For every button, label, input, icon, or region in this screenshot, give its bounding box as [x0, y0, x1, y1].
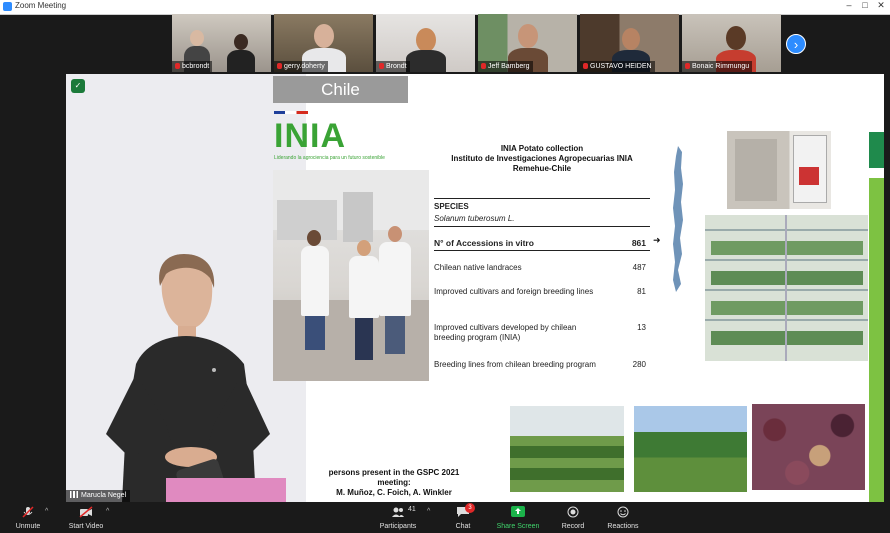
participants-icon [392, 507, 404, 517]
lab-equipment-photo [727, 131, 831, 209]
share-screen-button[interactable]: Share Screen [492, 502, 544, 533]
reactions-icon [617, 506, 629, 518]
slide-country-title: Chile [273, 76, 408, 103]
muted-mic-icon [583, 63, 588, 69]
participant-name: GUSTAVO HEIDEN [580, 61, 655, 72]
meeting-toolbar: Unmute ^ Start Video ^ 41 Participants ^… [0, 502, 890, 533]
lab-team-photo [273, 170, 429, 381]
muted-mic-icon [481, 63, 486, 69]
muted-mic-icon [379, 63, 384, 69]
audio-options-caret-icon[interactable]: ^ [45, 508, 48, 515]
heading-line: Instituto de Investigaciones Agropecuari… [451, 154, 633, 163]
invitro-shelves-photo [705, 215, 868, 361]
heading-line: Remehue-Chile [512, 164, 572, 173]
attendees-line: M. Muñoz, C. Foich, A. Winkler [336, 488, 452, 497]
start-video-button[interactable]: Start Video [62, 502, 110, 533]
muted-mic-icon [175, 63, 180, 69]
share-screen-icon [511, 506, 525, 517]
zoom-logo-icon [3, 2, 12, 11]
participant-name: Jeff Bamberg [478, 61, 533, 72]
record-icon [567, 506, 579, 518]
video-options-caret-icon[interactable]: ^ [106, 508, 109, 515]
muted-mic-icon [685, 63, 690, 69]
attendees-line: persons present in the GSPC 2021 [328, 468, 460, 477]
unmute-button[interactable]: Unmute [8, 502, 48, 533]
muted-mic-icon [22, 506, 34, 518]
greenhouse-photo [510, 406, 624, 492]
presenter-figure [106, 254, 286, 502]
maximize-button[interactable]: □ [858, 0, 872, 10]
participants-button[interactable]: 41 Participants [374, 502, 422, 533]
participant-tile[interactable]: bcbrondt [172, 14, 271, 72]
inia-logo: INIA [274, 117, 346, 155]
chat-unread-badge: 3 [465, 503, 475, 513]
chat-button[interactable]: 3 Chat [446, 502, 480, 533]
chevron-right-icon[interactable]: › [786, 34, 806, 54]
presenter-video [66, 74, 306, 502]
participants-count: 41 [408, 506, 416, 513]
participants-options-caret-icon[interactable]: ^ [427, 508, 430, 515]
participant-tile[interactable]: Bonaic Rimmungu [682, 14, 781, 72]
decor-green-bar [869, 178, 884, 502]
chile-map [673, 146, 683, 292]
attendees-note: persons present in the GSPC 2021 meeting… [314, 468, 474, 498]
participant-name: bcbrondt [172, 61, 213, 72]
participant-tile[interactable]: gerry.doherty [274, 14, 373, 72]
window-title: Zoom Meeting [15, 1, 67, 10]
close-button[interactable]: ✕ [874, 0, 888, 11]
muted-mic-icon [277, 63, 282, 69]
chile-flag-stripe [274, 111, 308, 114]
participant-name: Brondt [376, 61, 410, 72]
decor-green-bar [869, 132, 884, 168]
participant-tile[interactable]: Jeff Bamberg [478, 14, 577, 72]
reactions-button[interactable]: Reactions [602, 502, 644, 533]
inia-tagline: Liderando la agrociencia para un futuro … [274, 155, 385, 161]
record-button[interactable]: Record [554, 502, 592, 533]
participant-tile[interactable]: GUSTAVO HEIDEN [580, 14, 679, 72]
presenter-name-label: Marucla Negel [66, 490, 131, 502]
participant-name: Bonaic Rimmungu [682, 61, 753, 72]
video-off-icon [79, 506, 93, 518]
heading-line: INIA Potato collection [500, 144, 584, 153]
potato-field-photo [634, 406, 747, 492]
signal-strength-icon [70, 491, 78, 498]
native-potatoes-photo [752, 404, 865, 490]
shared-screen: ✓ Chile INIA Liderando la agrociencia pa… [66, 74, 884, 502]
minimize-button[interactable]: – [842, 0, 856, 10]
arrow-right-icon: ➜ [653, 235, 661, 245]
slide-heading: INIA Potato collection Instituto de Inve… [422, 144, 662, 174]
participant-tile[interactable]: Brondt [376, 14, 475, 72]
shield-icon: ✓ [71, 79, 85, 93]
attendees-line: meeting: [377, 478, 411, 487]
participant-name: gerry.doherty [274, 61, 328, 72]
window-titlebar: Zoom Meeting – □ ✕ [0, 0, 890, 15]
